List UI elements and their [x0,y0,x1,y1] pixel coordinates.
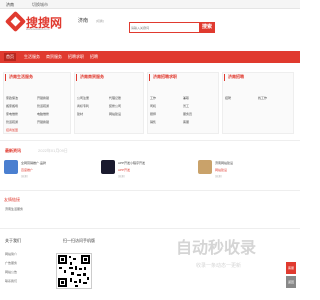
section-link[interactable]: 工作 [150,96,156,100]
search-input[interactable] [131,25,197,31]
news-thumbnail[interactable] [4,160,18,174]
search-button[interactable]: 搜索 [199,22,215,33]
news-item-source: [来源] [118,175,125,178]
watermark-subtext: 收录一条动态一更新 [196,263,242,269]
news-title: 最新资讯 [5,148,21,153]
section-link[interactable]: 家政保洁 [6,96,18,100]
section-link[interactable]: 商标专利 [77,104,89,108]
logo-url: www.sousou.com [26,27,50,31]
section-link[interactable]: 兼职 [183,96,189,100]
qr-title: 扫一扫访问手机版 [63,238,95,243]
news-item-tag[interactable]: APP开发 [118,168,130,172]
divider [0,228,300,229]
divider [0,140,300,141]
topbar-city[interactable]: 济南 [6,2,14,8]
section-link[interactable]: 装修公司 [109,104,121,108]
about-link[interactable]: 广告服务 [5,261,17,265]
section-link[interactable]: 销售 [150,120,156,124]
nav-item-trade[interactable]: 商贸服务 [46,53,62,61]
friend-links-title: 友情链接 [4,197,20,202]
section-link[interactable]: 管道疏通 [37,104,49,108]
news-item-title[interactable]: 济南网站建设 [215,161,233,165]
section-life [3,72,71,134]
section-link[interactable]: 管道疏通 [6,120,18,124]
city-switch-link[interactable]: [切换] [96,19,104,23]
nav-item-home[interactable]: 首页 [4,53,16,61]
float-service-button[interactable]: 客服 [286,262,296,274]
friend-link[interactable]: 济南生活服务 [5,207,23,211]
news-item-tag[interactable]: 百度推广 [21,168,33,172]
about-link[interactable]: 联系我们 [5,279,17,283]
news-thumbnail[interactable] [101,160,115,174]
float-top-button[interactable]: 返回 [286,276,296,288]
section-link[interactable]: 开锁换锁 [37,96,49,100]
qr-code-icon [56,253,92,289]
about-link[interactable]: 网站公告 [5,270,17,274]
section-title[interactable]: 济南招聘求职 [149,74,177,81]
section-title[interactable]: 济南生活服务 [5,74,33,81]
section-link[interactable]: 电脑维修 [37,112,49,116]
section-title[interactable]: 济南招聘 [224,74,244,81]
about-link[interactable]: 网站简介 [5,252,17,256]
news-item-title[interactable]: APP开发小程序开发 [118,161,145,165]
section-link[interactable]: 服务员 [183,112,192,116]
nav-item-job[interactable]: 招聘求职 [68,53,84,61]
main-nav [0,51,300,63]
divider [0,190,300,191]
section-link[interactable]: 普工 [183,104,189,108]
news-subtitle: 2022年01月09日 [38,148,68,153]
section-link[interactable]: 找工作 [258,96,267,100]
section-link[interactable]: 建材 [77,112,83,116]
topbar-location[interactable]: 切换城市 [32,2,48,8]
section-link[interactable]: 家电维修 [6,112,18,116]
news-item-title[interactable]: 全网营销推广·品牌 [21,161,46,165]
section-link[interactable]: 客服 [183,120,189,124]
section-trade [74,72,144,134]
section-link[interactable]: 代理记账 [109,96,121,100]
watermark-text: 自动秒收录 [176,238,257,257]
news-item-source: [来源] [21,175,28,178]
section-link[interactable]: 开锁换锁 [37,120,49,124]
section-link[interactable]: 司机 [150,104,156,108]
news-item-source: [来源] [215,175,222,178]
section-hire [222,72,294,134]
section-link[interactable]: 招聘 [225,96,231,100]
news-item-tag[interactable]: 网站建设 [215,168,227,172]
section-link[interactable]: 网站建设 [109,112,121,116]
section-link[interactable]: 公司注册 [77,96,89,100]
nav-item-life[interactable]: 生活服务 [24,53,40,61]
section-title[interactable]: 济南商贸服务 [76,74,104,81]
city-name: 济南 [78,18,89,24]
section-link[interactable]: 招商加盟 [6,128,18,132]
section-link[interactable]: 厨师 [150,112,156,116]
news-thumbnail[interactable] [198,160,212,174]
about-title: 关于我们 [5,238,21,243]
section-link[interactable]: 搬家搬场 [6,104,18,108]
section-job [147,72,219,134]
nav-item-hire[interactable]: 招聘 [90,53,98,61]
